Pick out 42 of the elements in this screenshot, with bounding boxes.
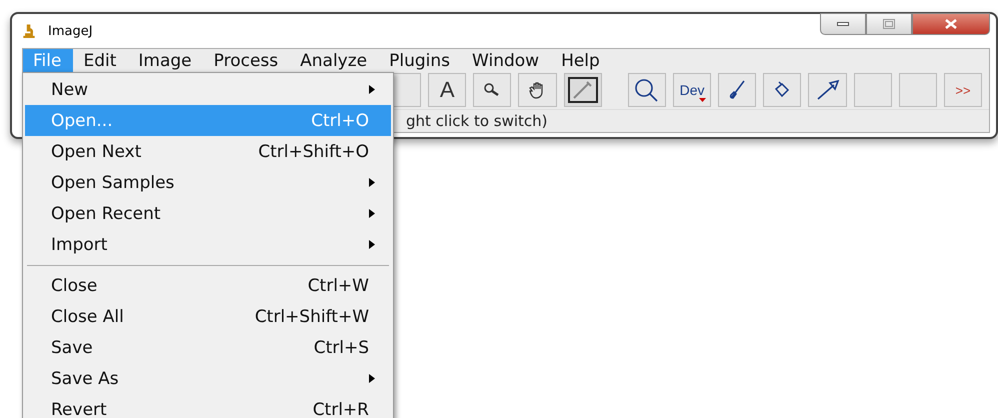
tool-button[interactable]: [518, 73, 557, 107]
menu-entry[interactable]: Save Ctrl+S: [25, 332, 391, 363]
menu-entry[interactable]: Save As: [25, 363, 391, 394]
minimize-button[interactable]: [820, 13, 866, 35]
brush-icon: [728, 80, 746, 100]
tool-button[interactable]: [628, 73, 666, 107]
menu-item[interactable]: Help: [551, 49, 612, 73]
window-title: ImageJ: [48, 24, 93, 38]
menu-item[interactable]: Window: [462, 49, 552, 73]
microscope-icon: [22, 23, 36, 39]
maximize-icon: [883, 19, 895, 29]
menu-entry[interactable]: Open Next Ctrl+Shift+O: [25, 136, 391, 167]
arrow-icon: [816, 80, 840, 100]
tool-button[interactable]: [564, 73, 602, 107]
menu-entry[interactable]: New: [25, 74, 391, 105]
menu-entry[interactable]: Revert Ctrl+R: [25, 394, 391, 418]
search-icon: [634, 78, 660, 102]
tool-button[interactable]: [808, 73, 847, 107]
menu-entry[interactable]: Close All Ctrl+Shift+W: [25, 301, 391, 332]
close-button[interactable]: [912, 13, 990, 35]
tool-button[interactable]: [763, 73, 802, 107]
close-icon: [945, 19, 957, 29]
menu-entry[interactable]: Close Ctrl+W: [25, 270, 391, 301]
more-tools-button[interactable]: >>: [944, 73, 982, 107]
menu-entry[interactable]: Open Samples: [25, 167, 391, 198]
tool-button[interactable]: Dev: [672, 73, 712, 107]
menu-entry[interactable]: Open Recent: [25, 198, 391, 229]
menu-item[interactable]: Plugins: [379, 49, 462, 73]
menu-item[interactable]: Edit: [73, 49, 128, 73]
status-text: ght click to switch): [406, 112, 548, 130]
minimize-icon: [837, 21, 849, 27]
eyedropper-icon: [568, 77, 598, 103]
menu-entry[interactable]: Import: [25, 229, 391, 260]
menu-item[interactable]: Analyze: [290, 49, 380, 73]
maximize-button[interactable]: [866, 13, 912, 35]
tool-button[interactable]: [473, 73, 512, 107]
tool-button[interactable]: A: [428, 73, 466, 107]
magnifier-icon: [483, 83, 502, 97]
menu-item[interactable]: Process: [204, 49, 290, 73]
tool-button[interactable]: [718, 73, 756, 107]
dropdown-triangle-icon: [699, 98, 706, 102]
menu-item[interactable]: Image: [128, 49, 204, 73]
